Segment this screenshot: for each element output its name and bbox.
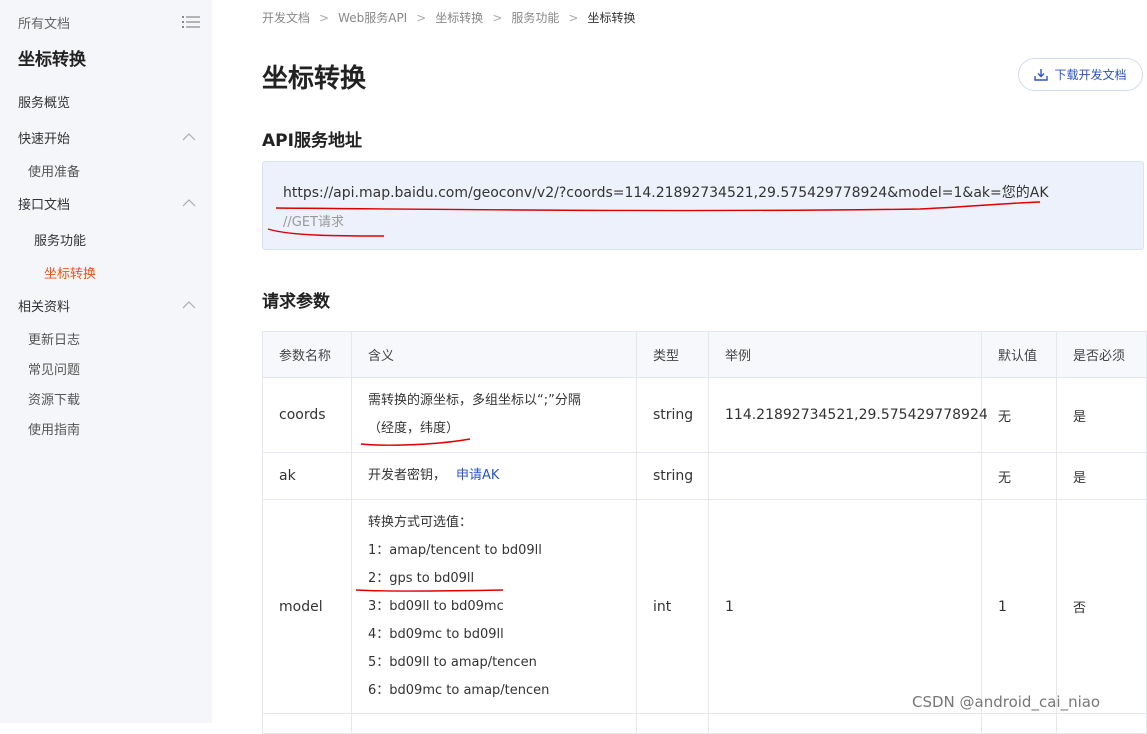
list-menu-icon[interactable] <box>182 15 200 29</box>
download-docs-button[interactable]: 下载开发文档 <box>1018 58 1143 91</box>
param-required: 否 <box>1056 499 1147 714</box>
table-row: coords 需转换的源坐标，多组坐标以“;”分隔 （经度，纬度） string… <box>262 377 1147 453</box>
sidebar-item-label: 快速开始 <box>18 131 71 147</box>
table-cell <box>636 713 709 734</box>
chevron-up-icon <box>182 133 196 141</box>
page-title: 坐标转换 <box>262 64 367 94</box>
table-cell <box>1056 713 1147 734</box>
table-cell <box>708 713 982 734</box>
table-row: model 转换方式可选值： 1：amap/tencent to bd09ll … <box>262 499 1147 714</box>
param-example <box>708 452 982 500</box>
param-desc: 转换方式可选值： 1：amap/tencent to bd09ll 2：gps … <box>351 499 637 714</box>
request-params-heading: 请求参数 <box>262 292 330 312</box>
sidebar-item-label: 服务功能 <box>34 233 87 249</box>
table-cell <box>351 713 637 734</box>
breadcrumb-item[interactable]: Web服务API <box>338 9 407 26</box>
sidebar-item-resources[interactable]: 相关资料 <box>0 292 212 318</box>
download-icon <box>1034 69 1049 81</box>
param-desc-line: 3：bd09ll to bd09mc <box>368 598 504 614</box>
api-url-code-block: https://api.map.baidu.com/geoconv/v2/?co… <box>262 161 1144 250</box>
sidebar: 所有文档 坐标转换 服务概览 快速开始 使用准备 接口文档 服务功能 坐标转换 … <box>0 0 212 723</box>
chevron-up-icon <box>182 301 196 309</box>
sidebar-item-label: 接口文档 <box>18 197 71 213</box>
param-required: 是 <box>1056 452 1147 500</box>
column-header: 默认值 <box>981 331 1057 378</box>
breadcrumb-item[interactable]: 坐标转换 <box>435 9 483 26</box>
param-desc-line: 需转换的源坐标，多组坐标以“;”分隔 <box>368 393 581 408</box>
param-desc: 开发者密钥， 申请AK <box>351 452 637 500</box>
param-desc-text: 开发者密钥， <box>368 468 447 483</box>
param-name: coords <box>262 377 352 453</box>
chevron-up-icon <box>182 199 196 207</box>
sidebar-item-preparation[interactable]: 使用准备 <box>0 157 212 183</box>
table-row: ak 开发者密钥， 申请AK string 无 是 <box>262 452 1147 500</box>
sidebar-item-faq[interactable]: 常见问题 <box>0 355 212 381</box>
table-row <box>262 713 1147 734</box>
param-default: 无 <box>981 377 1057 453</box>
sidebar-title: 坐标转换 <box>18 50 86 70</box>
param-example: 1 <box>708 499 982 714</box>
breadcrumb-separator: > <box>416 10 427 25</box>
all-docs-link[interactable]: 所有文档 <box>18 13 70 32</box>
breadcrumb-item[interactable]: 服务功能 <box>511 9 559 26</box>
watermark: CSDN @android_cai_niao <box>912 693 1101 711</box>
param-desc-line: （经度，纬度） <box>368 421 460 436</box>
param-desc-line: 4：bd09mc to bd09ll <box>368 626 504 642</box>
column-header: 是否必须 <box>1056 331 1147 378</box>
breadcrumb-separator: > <box>319 10 330 25</box>
request-params-table: 参数名称 含义 类型 举例 默认值 是否必须 coords 需转换的源坐标，多组… <box>262 331 1147 734</box>
sidebar-item-api-docs[interactable]: 接口文档 <box>0 190 212 216</box>
column-header: 类型 <box>636 331 709 378</box>
param-type: string <box>636 377 709 453</box>
param-desc-line: 1：amap/tencent to bd09ll <box>368 542 542 558</box>
sidebar-item-label: 使用准备 <box>28 164 81 180</box>
apply-ak-link[interactable]: 申请AK <box>456 468 499 483</box>
breadcrumb-current: 坐标转换 <box>587 11 636 25</box>
param-name: ak <box>262 452 352 500</box>
sidebar-item-changelog[interactable]: 更新日志 <box>0 325 212 351</box>
table-cell <box>981 713 1057 734</box>
sidebar-item-label: 服务概览 <box>18 95 71 111</box>
param-required: 是 <box>1056 377 1147 453</box>
table-header-row: 参数名称 含义 类型 举例 默认值 是否必须 <box>262 331 1147 378</box>
table-cell <box>262 713 352 734</box>
sidebar-item-label: 常见问题 <box>28 362 81 378</box>
breadcrumb-separator: > <box>492 10 503 25</box>
column-header: 含义 <box>351 331 637 378</box>
sidebar-item-downloads[interactable]: 资源下载 <box>0 385 212 411</box>
column-header: 举例 <box>708 331 982 378</box>
param-type: int <box>636 499 709 714</box>
sidebar-item-label: 使用指南 <box>28 422 81 438</box>
sidebar-item-label: 相关资料 <box>18 299 71 315</box>
param-default: 无 <box>981 452 1057 500</box>
breadcrumb: 开发文档 > Web服务API > 坐标转换 > 服务功能 > 坐标转换 <box>262 9 635 26</box>
api-url-comment: //GET请求 <box>283 215 344 230</box>
sidebar-item-service-features[interactable]: 服务功能 <box>0 226 212 252</box>
sidebar-item-overview[interactable]: 服务概览 <box>0 88 212 114</box>
sidebar-header: 所有文档 <box>18 12 200 32</box>
sidebar-item-label: 资源下载 <box>28 392 81 408</box>
api-url-text: https://api.map.baidu.com/geoconv/v2/?co… <box>283 185 1049 201</box>
param-desc-line: 转换方式可选值： <box>368 514 473 530</box>
column-header: 参数名称 <box>262 331 352 378</box>
download-docs-label: 下载开发文档 <box>1054 68 1127 82</box>
breadcrumb-separator: > <box>568 10 579 25</box>
param-example: 114.21892734521,29.575429778924 <box>708 377 988 453</box>
param-desc: 需转换的源坐标，多组坐标以“;”分隔 （经度，纬度） <box>351 377 637 453</box>
param-desc-line: 2：gps to bd09ll <box>368 570 475 586</box>
param-name: model <box>262 499 352 714</box>
param-type: string <box>636 452 709 500</box>
sidebar-item-guide[interactable]: 使用指南 <box>0 415 212 441</box>
param-default: 1 <box>981 499 1057 714</box>
sidebar-item-quickstart[interactable]: 快速开始 <box>0 124 212 150</box>
sidebar-item-coord-convert[interactable]: 坐标转换 <box>0 259 212 285</box>
api-url-heading: API服务地址 <box>262 131 362 151</box>
sidebar-item-label: 坐标转换 <box>44 266 97 282</box>
breadcrumb-item[interactable]: 开发文档 <box>262 9 310 26</box>
param-desc-line: 6：bd09mc to amap/tencen <box>368 682 550 698</box>
param-desc-line: 5：bd09ll to amap/tencen <box>368 654 537 670</box>
sidebar-item-label: 更新日志 <box>28 332 81 348</box>
